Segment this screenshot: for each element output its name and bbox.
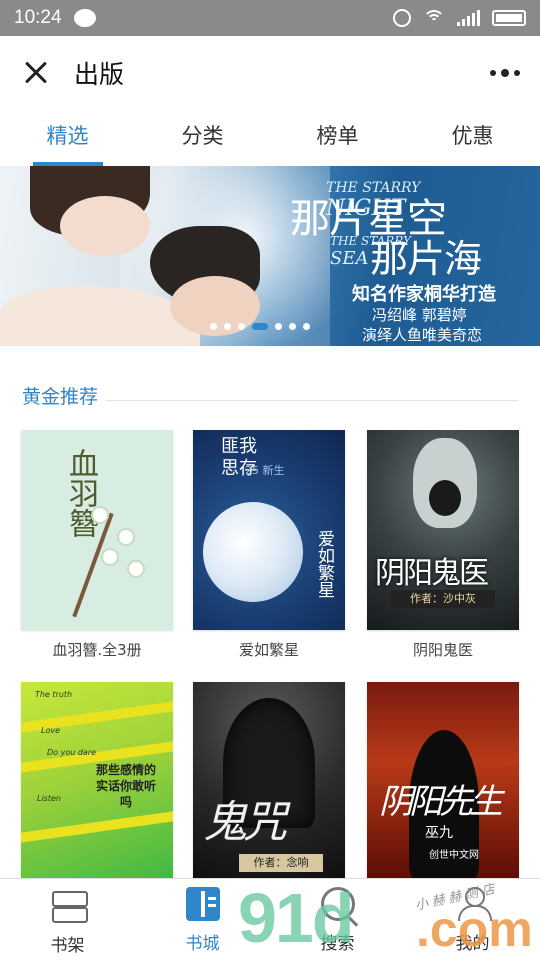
cover-brand: 创世中文网 — [429, 850, 479, 861]
banner-tagline-2: 冯绍峰 郭碧婷 — [372, 306, 467, 324]
book-cover[interactable]: 鬼咒 作者：念响 — [193, 682, 345, 882]
carousel-dot[interactable] — [289, 323, 296, 330]
nav-bookstore[interactable]: 书城 — [135, 879, 270, 960]
cover-title: 阴阳先生 — [379, 782, 503, 822]
banner-girl-face — [60, 196, 150, 256]
nav-label: 我的 — [455, 934, 490, 954]
bookshelf-icon — [50, 887, 88, 923]
nav-profile[interactable]: 我的 — [405, 879, 540, 960]
bottom-nav: 书架 书城 搜索 我的 — [0, 878, 540, 960]
page-title: 出版 — [74, 60, 125, 89]
book-cover[interactable]: The truth Love Do you dare Listen 那些感情的实… — [21, 682, 173, 882]
cover-stripe — [21, 811, 173, 843]
cover-word: Love — [41, 726, 61, 735]
carousel-dot[interactable] — [303, 323, 310, 330]
nav-label: 搜索 — [320, 934, 355, 954]
bookstore-icon — [185, 887, 220, 921]
book-cover[interactable]: 阴阳鬼医 作者：沙中灰 — [367, 430, 519, 630]
book-cover[interactable]: 血羽簪 — [21, 430, 173, 630]
book-title[interactable]: 阴阳鬼医 — [367, 639, 519, 660]
signal-icon — [457, 10, 480, 26]
app-header: 出版 — [0, 36, 540, 110]
wifi-icon — [423, 10, 445, 26]
nav-search[interactable]: 搜索 — [270, 879, 405, 960]
banner-tagline-3: 演绎人鱼唯美奇恋 — [362, 326, 483, 344]
cover-word: The truth — [35, 690, 73, 699]
tab-ranking[interactable]: 榜单 — [270, 110, 405, 166]
book-cover[interactable]: 匪我思存 25 新生 爱如繁星 — [193, 430, 345, 630]
user-icon — [456, 887, 492, 921]
cover-moon — [203, 502, 303, 602]
cover-flower — [127, 560, 145, 578]
cover-author: 作者：念响 — [239, 854, 323, 872]
nav-label: 书城 — [185, 934, 220, 954]
cover-author: 巫九 — [425, 825, 453, 841]
book-card[interactable]: 阴阳鬼医 作者：沙中灰 阴阳鬼医 — [367, 430, 519, 660]
chat-icon — [73, 9, 96, 27]
cover-note: 25 新生 — [245, 464, 285, 477]
status-icons — [393, 9, 526, 27]
cover-title: 血羽簪 — [63, 448, 98, 538]
cover-title: 阴阳鬼医 — [375, 556, 489, 591]
cover-title: 爱如繁星 — [314, 530, 334, 598]
battery-icon — [492, 10, 526, 26]
section-title: 黄金推荐 — [22, 386, 99, 408]
cover-flower — [91, 506, 109, 524]
book-card[interactable]: 血羽簪 血羽簪.全3册 — [21, 430, 173, 660]
cover-title: 那些感情的实话你敢听吗 — [95, 763, 156, 809]
book-card[interactable]: 鬼咒 作者：念响 — [193, 682, 345, 882]
cover-ghost-mouth — [429, 480, 461, 516]
book-card[interactable]: 阴阳先生 巫九 创世中文网 — [367, 682, 519, 882]
banner-title-2: 那片海 — [370, 237, 482, 281]
banner-tagline-1: 知名作家桐华打造 — [352, 284, 496, 305]
tab-discount[interactable]: 优惠 — [405, 110, 540, 166]
cover-flower — [117, 528, 135, 546]
status-bar: 10:24 — [0, 0, 540, 36]
book-cover[interactable]: 阴阳先生 巫九 创世中文网 — [367, 682, 519, 882]
search-icon — [320, 887, 355, 921]
tab-category[interactable]: 分类 — [135, 110, 270, 166]
close-icon[interactable] — [20, 57, 52, 89]
divider — [0, 346, 540, 370]
carousel-dot[interactable] — [224, 323, 231, 330]
book-card[interactable]: The truth Love Do you dare Listen 那些感情的实… — [21, 682, 173, 882]
carousel-dot[interactable] — [210, 323, 217, 330]
more-icon[interactable] — [490, 63, 520, 83]
cover-flower — [101, 548, 119, 566]
status-time: 10:24 — [14, 7, 62, 28]
alarm-icon — [393, 9, 411, 27]
book-card[interactable]: 匪我思存 25 新生 爱如繁星 爱如繁星 — [193, 430, 345, 660]
carousel-dot[interactable] — [252, 323, 268, 330]
book-title[interactable]: 血羽簪.全3册 — [21, 639, 173, 660]
cover-word: Listen — [37, 794, 61, 803]
carousel-dot[interactable] — [238, 323, 245, 330]
cover-author: 作者：沙中灰 — [391, 590, 495, 608]
book-title[interactable]: 爱如繁星 — [193, 639, 345, 660]
carousel-dots[interactable] — [210, 323, 310, 330]
carousel-dot[interactable] — [275, 323, 282, 330]
section-divider — [106, 400, 518, 401]
cover-title: 鬼咒 — [203, 797, 287, 848]
nav-bookshelf[interactable]: 书架 — [0, 879, 135, 960]
nav-label: 书架 — [50, 936, 85, 956]
promo-banner[interactable]: THE STARRY NIGHT 那片星空 THE STARRY SEA 那片海 知… — [0, 166, 540, 346]
tab-featured[interactable]: 精选 — [0, 110, 135, 166]
cover-word: Do you dare — [47, 748, 97, 757]
tab-bar: 精选 分类 榜单 优惠 — [0, 110, 540, 166]
